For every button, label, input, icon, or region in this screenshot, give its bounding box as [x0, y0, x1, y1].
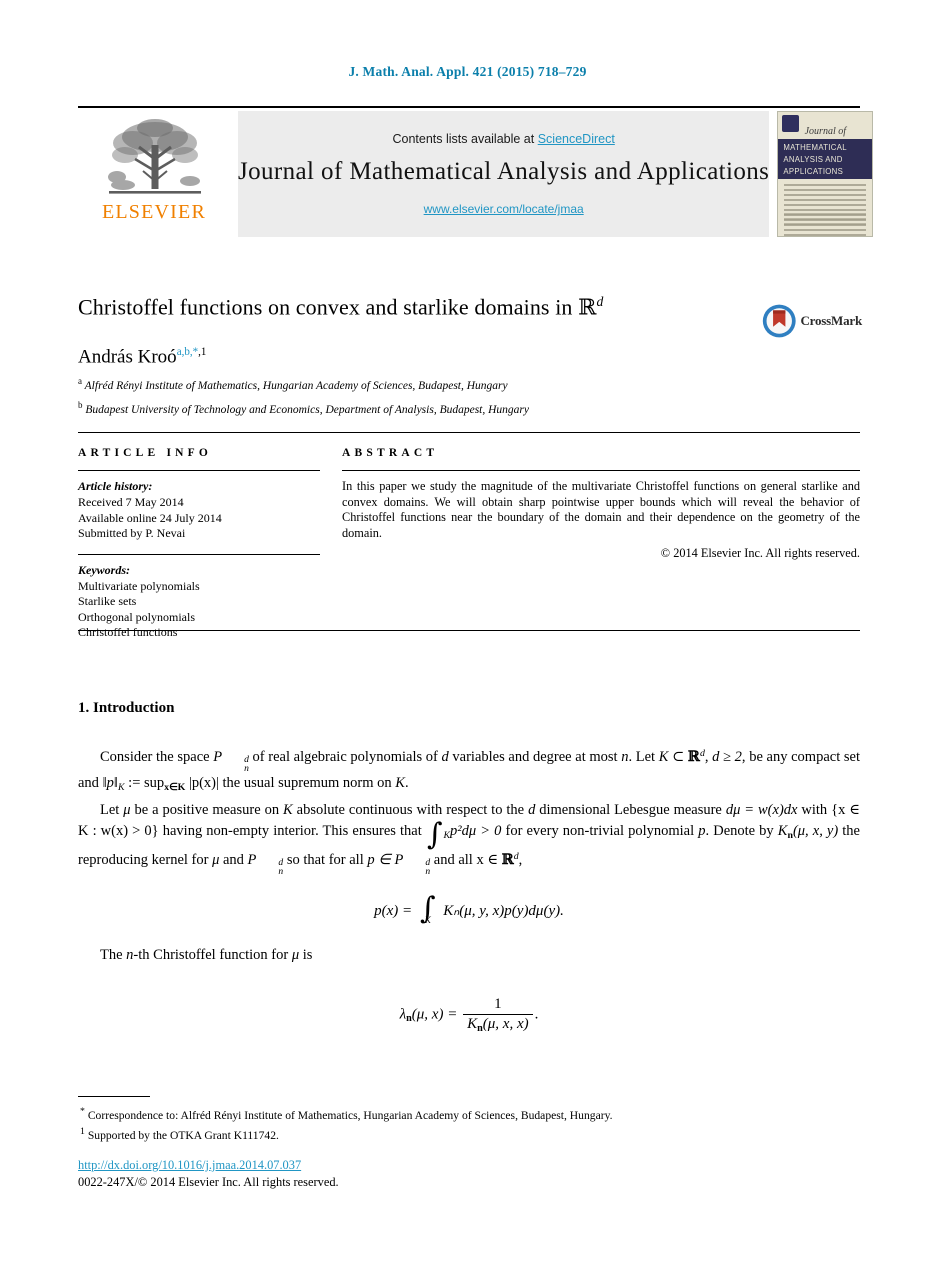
article-history-submitted-by: Submitted by P. Nevai: [78, 526, 186, 540]
paragraph-1: Consider the space Pdn of real algebraic…: [78, 748, 860, 794]
abstract-copyright: © 2014 Elsevier Inc. All rights reserved…: [660, 546, 860, 561]
journal-cover-thumbnail[interactable]: Journal of MATHEMATICAL ANALYSIS AND APP…: [777, 111, 874, 237]
sciencedirect-link[interactable]: ScienceDirect: [538, 132, 615, 146]
equation-2-period: .: [534, 1006, 539, 1023]
display-equation-1: p(x) = ∫ K Kₙ(μ, y, x)p(y)dμ(y).: [78, 894, 860, 926]
abstract-bottom-rule: [78, 630, 860, 631]
contents-prefix-text: Contents lists available at: [392, 132, 538, 146]
title-domain-symbol: ℝ: [578, 295, 597, 321]
footnote-separator-rule: [78, 1096, 150, 1097]
equation-1-lhs: p(x) =: [374, 903, 413, 920]
footnote-correspondence: * Correspondence to: Alfréd Rényi Instit…: [78, 1104, 860, 1124]
affiliation-b: b Budapest University of Technology and …: [78, 398, 860, 417]
equation-1-rhs: Kₙ(μ, y, x)p(y)dμ(y).: [443, 903, 564, 920]
author-affiliation-marks[interactable]: a,b,*,1: [177, 346, 207, 358]
keyword-item: Orthogonal polynomials: [78, 609, 195, 624]
affiliation-b-mark: b: [78, 399, 83, 410]
cover-texture-lower: [784, 213, 867, 228]
article-history-available-online: Available online 24 July 2014: [78, 510, 222, 525]
article-info-column: ARTICLE INFO Article history: Received 7…: [78, 447, 334, 641]
elsevier-wordmark: ELSEVIER: [101, 201, 207, 223]
keyword-item: Christoffel functions: [78, 625, 178, 639]
cover-band-line-1: MATHEMATICAL: [783, 143, 847, 152]
article-info-heading: ARTICLE INFO: [78, 447, 213, 459]
article-info-rule: [78, 470, 320, 471]
cover-band-line-3: APPLICATIONS: [783, 167, 844, 176]
crossmark-badge[interactable]: CrossMark: [762, 298, 862, 344]
contents-available-line: Contents lists available at ScienceDirec…: [392, 132, 614, 146]
footnote-correspondence-text: Correspondence to: Alfréd Rényi Institut…: [87, 1108, 613, 1122]
article-history-received: Received 7 May 2014: [78, 495, 184, 509]
doi-block: http://dx.doi.org/10.1016/j.jmaa.2014.07…: [78, 1156, 860, 1190]
article-first-page: J. Math. Anal. Appl. 421 (2015) 718–729: [0, 0, 935, 1266]
abstract-column: ABSTRACT In this paper we study the magn…: [334, 447, 860, 641]
page-title: Christoffel functions on convex and star…: [78, 288, 860, 322]
footnote-mark-asterisk: *: [80, 1106, 85, 1117]
title-domain-exponent: d: [596, 294, 604, 309]
article-info-abstract-region: ARTICLE INFO Article history: Received 7…: [78, 432, 860, 641]
keywords-block: Keywords: Multivariate polynomials Starl…: [78, 553, 320, 641]
integral-lower-limit: K: [424, 915, 431, 926]
abstract-rule: [342, 470, 860, 471]
equation-2-lhs-args: (μ, x) =: [411, 1006, 458, 1023]
keyword-item: Starlike sets: [78, 594, 137, 608]
paragraph-2: Let μ be a positive measure on K absolut…: [78, 802, 860, 878]
equation-2-fraction: 1 Kn(μ, x, x): [463, 996, 533, 1034]
paragraph-3: The n-th Christoffel function for μ is: [100, 947, 313, 964]
display-equation-2: λn(μ, x) = 1 Kn(μ, x, x) .: [78, 996, 860, 1034]
journal-title: Journal of Mathematical Analysis and App…: [238, 158, 770, 185]
footnotes-block: * Correspondence to: Alfréd Rényi Instit…: [78, 1096, 860, 1144]
keywords-rule: [78, 553, 320, 555]
masthead-center-panel: Contents lists available at ScienceDirec…: [238, 111, 770, 237]
affiliation-b-text: Budapest University of Technology and Ec…: [85, 403, 530, 416]
crossmark-label: CrossMark: [800, 313, 862, 328]
elsevier-tree-icon: [108, 119, 201, 194]
affiliation-a: a Alfréd Rényi Institute of Mathematics,…: [78, 374, 860, 393]
journal-homepage-link[interactable]: www.elsevier.com/locate/jmaa: [424, 202, 584, 216]
equation-2-denominator: Kn(μ, x, x): [463, 1014, 533, 1034]
footnote-funding: 1 Supported by the OTKA Grant K111742.: [78, 1124, 860, 1144]
author-name-line: András Kroóa,b,*,1: [78, 346, 860, 368]
cover-texture-upper: [784, 184, 867, 236]
crossmark-icon: [762, 304, 796, 338]
equation-1-integral: ∫ K: [419, 894, 437, 926]
equation-2-numerator: 1: [494, 996, 502, 1013]
footnote-mark-one: 1: [80, 1125, 85, 1137]
keywords-label: Keywords:: [78, 562, 130, 577]
journal-masthead: ELSEVIER Contents lists available at Sci…: [78, 106, 874, 237]
article-history-label: Article history:: [78, 479, 153, 493]
cover-title-band: MATHEMATICAL ANALYSIS AND APPLICATIONS: [778, 139, 873, 179]
section-heading-introduction: 1. Introduction: [78, 700, 175, 716]
cover-script-text: Journal of: [804, 126, 846, 137]
doi-link[interactable]: http://dx.doi.org/10.1016/j.jmaa.2014.07…: [78, 1158, 301, 1172]
cover-band-line-2: ANALYSIS AND: [783, 155, 843, 164]
affiliation-a-text: Alfréd Rényi Institute of Mathematics, H…: [84, 379, 508, 392]
abstract-text: In this paper we study the magnitude of …: [342, 479, 860, 540]
affiliation-a-mark: a: [78, 375, 82, 386]
journal-running-head: J. Math. Anal. Appl. 421 (2015) 718–729: [348, 64, 587, 79]
paper-title-text: Christoffel functions on convex and star…: [78, 294, 573, 320]
issn-copyright-line: 0022-247X/© 2014 Elsevier Inc. All right…: [78, 1175, 339, 1189]
elsevier-logo: ELSEVIER: [78, 111, 230, 237]
footnote-funding-text: Supported by the OTKA Grant K111742.: [87, 1128, 279, 1142]
author-name: András Kroó: [78, 346, 177, 368]
article-body: 1. Introduction Consider the space Pdn o…: [78, 700, 860, 1044]
keyword-item: Multivariate polynomials: [78, 578, 200, 593]
title-author-block: Christoffel functions on convex and star…: [78, 288, 860, 417]
abstract-heading: ABSTRACT: [342, 447, 439, 459]
